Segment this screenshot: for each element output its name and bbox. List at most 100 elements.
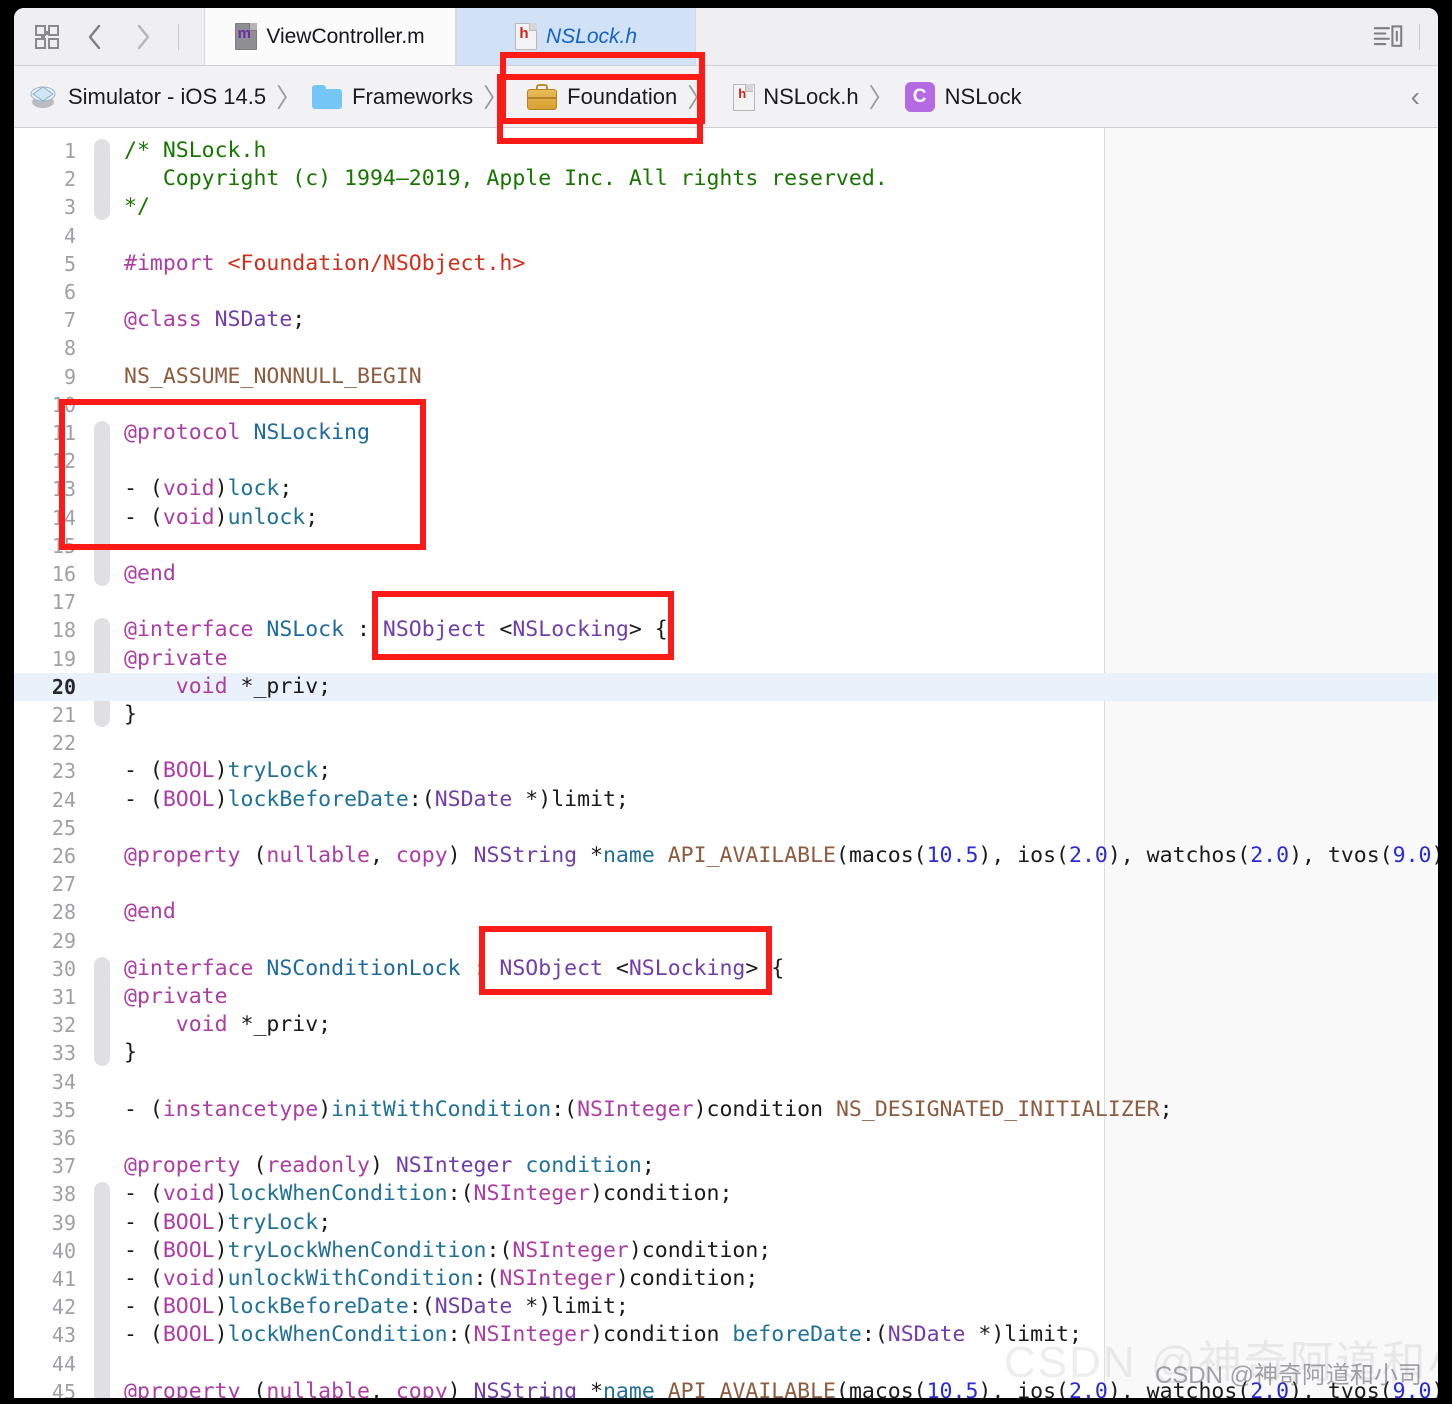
code-line[interactable]: 22: [14, 729, 1438, 757]
code-line[interactable]: 24- (BOOL)lockBeforeDate:(NSDate *)limit…: [14, 786, 1438, 814]
code-token: @class: [124, 307, 215, 332]
code-line-text: Copyright (c) 1994–2019, Apple Inc. All …: [124, 165, 888, 193]
code-line[interactable]: 8: [14, 334, 1438, 362]
code-line[interactable]: 38- (void)lockWhenCondition:(NSInteger)c…: [14, 1180, 1438, 1208]
header-file-icon: h: [733, 84, 753, 109]
code-line-text: @class NSDate;: [124, 306, 305, 334]
code-token: ): [215, 1322, 228, 1347]
tab-bar-right-controls: [1373, 8, 1438, 65]
line-number: 25: [14, 814, 76, 842]
tab-viewcontroller-m[interactable]: m ViewController.m: [204, 8, 456, 65]
line-number: 26: [14, 842, 76, 870]
code-line[interactable]: 42- (BOOL)lockBeforeDate:(NSDate *)limit…: [14, 1293, 1438, 1321]
code-line[interactable]: 31@private: [14, 983, 1438, 1011]
code-token: BOOL: [163, 758, 215, 783]
inspector-icon[interactable]: [1373, 22, 1403, 52]
code-token: :(: [409, 787, 435, 812]
code-line[interactable]: 11@protocol NSLocking: [14, 419, 1438, 447]
code-line[interactable]: 18@interface NSLock : NSObject <NSLockin…: [14, 616, 1438, 644]
code-line[interactable]: 29: [14, 927, 1438, 955]
line-number: 39: [14, 1209, 76, 1237]
chevron-left-icon[interactable]: [80, 22, 110, 52]
code-line-text: - (BOOL)lockWhenCondition:(NSInteger)con…: [124, 1321, 1082, 1349]
code-line[interactable]: 36: [14, 1124, 1438, 1152]
code-line[interactable]: 6: [14, 278, 1438, 306]
code-line[interactable]: 12: [14, 447, 1438, 475]
line-number: 6: [14, 278, 76, 306]
code-line-text: void *_priv;: [124, 1011, 331, 1039]
code-line[interactable]: 28@end: [14, 898, 1438, 926]
code-line[interactable]: 13- (void)lock;: [14, 475, 1438, 503]
code-line[interactable]: 35- (instancetype)initWithCondition:(NSI…: [14, 1096, 1438, 1124]
code-token: ;: [318, 758, 331, 783]
breadcrumb-label: NSLock.h: [763, 84, 858, 110]
code-line[interactable]: 34: [14, 1068, 1438, 1096]
code-line[interactable]: 25: [14, 814, 1438, 842]
code-line[interactable]: 30@interface NSConditionLock : NSObject …: [14, 955, 1438, 983]
code-line[interactable]: 16@end: [14, 560, 1438, 588]
line-number: 21: [14, 701, 76, 729]
watermark-label: CSDN @神奇阿道和小司: [1155, 1355, 1422, 1390]
grid-icon[interactable]: [32, 22, 62, 52]
code-token: tryLock: [228, 758, 319, 783]
code-line[interactable]: 14- (void)unlock;: [14, 504, 1438, 532]
code-token: @end: [124, 561, 176, 586]
code-token: NSDate: [435, 1294, 513, 1319]
code-line[interactable]: 7@class NSDate;: [14, 306, 1438, 334]
code-token: (: [253, 1379, 266, 1398]
tab-nslock-h[interactable]: h NSLock.h: [456, 8, 696, 65]
code-token: <Foundation/NSObject.h>: [228, 251, 526, 276]
code-token: beforeDate: [732, 1322, 861, 1347]
code-line[interactable]: 1/* NSLock.h: [14, 137, 1438, 165]
jumpbar-collapse-button[interactable]: ‹: [1411, 66, 1420, 127]
code-line[interactable]: 10: [14, 391, 1438, 419]
code-token: ), tvos(: [1289, 843, 1393, 868]
line-number: 35: [14, 1096, 76, 1124]
code-token: @private: [124, 646, 228, 671]
breadcrumb-item-frameworks[interactable]: Frameworks: [312, 84, 473, 110]
code-line[interactable]: 27: [14, 870, 1438, 898]
code-content[interactable]: 1/* NSLock.h2 Copyright (c) 1994–2019, A…: [14, 128, 1438, 1398]
code-line[interactable]: 23- (BOOL)tryLock;: [14, 757, 1438, 785]
code-token: initWithCondition: [331, 1097, 551, 1122]
code-token: 9.0: [1393, 843, 1432, 868]
code-line[interactable]: 33}: [14, 1039, 1438, 1067]
code-line[interactable]: 39- (BOOL)tryLock;: [14, 1209, 1438, 1237]
code-line[interactable]: 32 void *_priv;: [14, 1011, 1438, 1039]
code-line[interactable]: 21}: [14, 701, 1438, 729]
code-line[interactable]: 5#import <Foundation/NSObject.h>: [14, 250, 1438, 278]
code-line[interactable]: 9NS_ASSUME_NONNULL_BEGIN: [14, 363, 1438, 391]
simulator-icon: [28, 82, 58, 112]
breadcrumb-item-nslock-h[interactable]: h NSLock.h: [733, 84, 858, 110]
breadcrumb-item-simulator[interactable]: Simulator - iOS 14.5: [28, 82, 266, 112]
code-line[interactable]: 15: [14, 532, 1438, 560]
code-token: NSLocking: [629, 956, 746, 981]
code-line[interactable]: 37@property (readonly) NSInteger conditi…: [14, 1152, 1438, 1180]
code-token: NSInteger: [474, 1322, 591, 1347]
code-token: [124, 1012, 176, 1037]
code-line[interactable]: 17: [14, 588, 1438, 616]
code-token: copy: [396, 843, 448, 868]
code-line[interactable]: 26@property (nullable, copy) NSString *n…: [14, 842, 1438, 870]
code-token: @property: [124, 843, 253, 868]
code-line[interactable]: 19@private: [14, 645, 1438, 673]
source-editor[interactable]: 1/* NSLock.h2 Copyright (c) 1994–2019, A…: [14, 128, 1438, 1398]
toolbar-divider-right: [1419, 24, 1420, 50]
code-line[interactable]: 4: [14, 222, 1438, 250]
line-number: 18: [14, 616, 76, 644]
code-line[interactable]: 2 Copyright (c) 1994–2019, Apple Inc. Al…: [14, 165, 1438, 193]
line-number: 5: [14, 250, 76, 278]
code-line-text: - (BOOL)tryLock;: [124, 757, 331, 785]
line-number: 17: [14, 588, 76, 616]
code-line[interactable]: 3*/: [14, 193, 1438, 221]
breadcrumb-item-foundation[interactable]: Foundation: [527, 84, 677, 110]
chevron-right-icon[interactable]: [128, 22, 158, 52]
code-token: 10.5: [927, 1379, 979, 1398]
code-line[interactable]: 20 void *_priv;: [14, 673, 1438, 701]
code-line[interactable]: 41- (void)unlockWithCondition:(NSInteger…: [14, 1265, 1438, 1293]
code-line[interactable]: 40- (BOOL)tryLockWhenCondition:(NSIntege…: [14, 1237, 1438, 1265]
line-number: 4: [14, 222, 76, 250]
code-token: :: [461, 956, 500, 981]
code-line-text: /* NSLock.h: [124, 137, 266, 165]
breadcrumb-item-nslock-class[interactable]: C NSLock: [905, 82, 1022, 112]
